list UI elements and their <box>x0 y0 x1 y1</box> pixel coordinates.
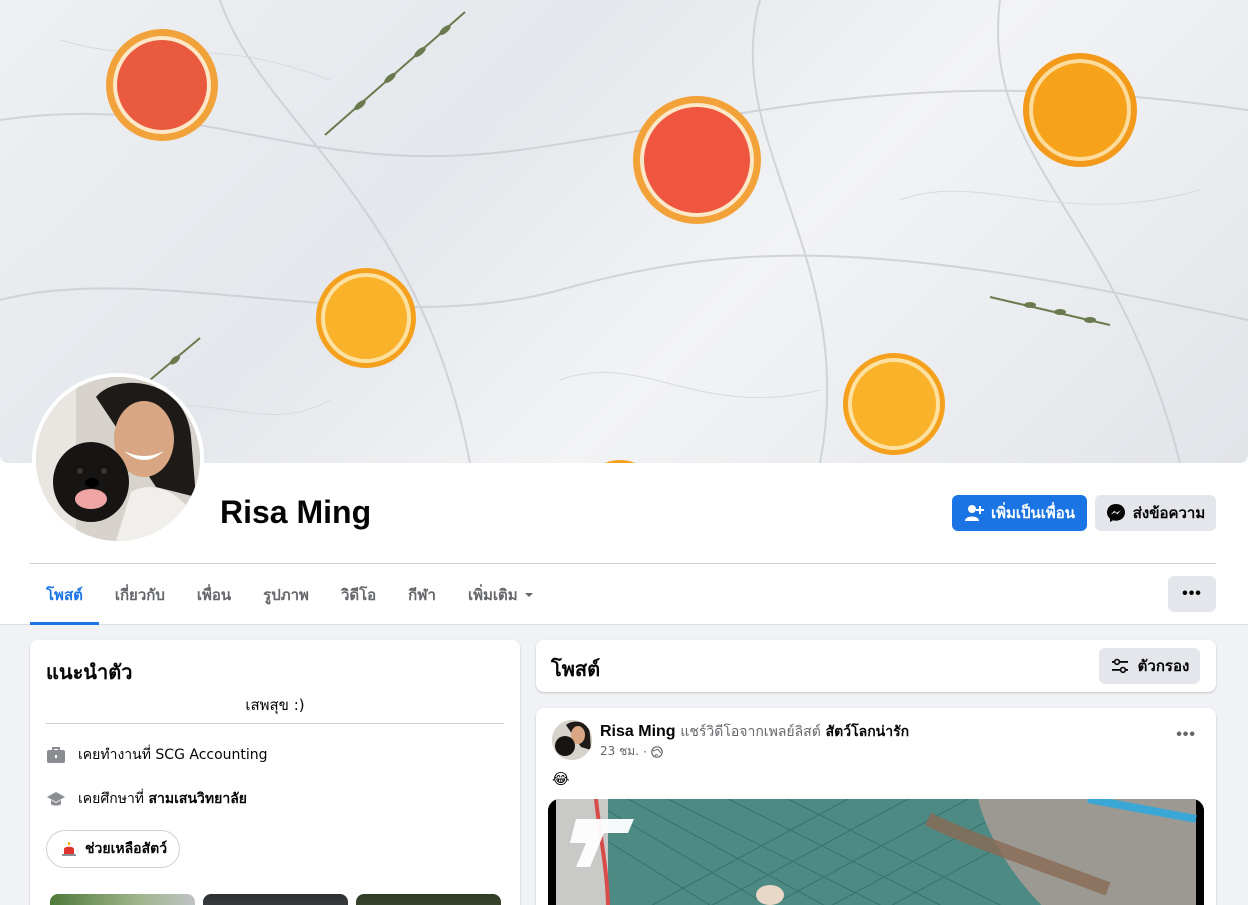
hobby-chip[interactable]: ช่วยเหลือสัตว์ <box>46 830 181 868</box>
profile-tabs: โพสต์ เกี่ยวกับ เพื่อน รูปภาพ วิดีโอ กีฬ… <box>30 566 550 625</box>
filter-label: ตัวกรอง <box>1137 657 1190 675</box>
meta-separator: · <box>642 744 647 759</box>
tab-about[interactable]: เกี่ยวกับ <box>99 566 181 624</box>
tab-label: เพื่อน <box>196 586 232 604</box>
video-thumbnail <box>548 799 1204 905</box>
post-author-name[interactable]: Risa Ming <box>600 723 676 740</box>
tab-label: วิดีโอ <box>340 586 377 604</box>
add-friend-icon <box>964 505 984 521</box>
study-place[interactable]: สามเสนวิทยาลัย <box>149 791 247 807</box>
tab-posts[interactable]: โพสต์ <box>30 566 99 625</box>
intro-title: แนะนำตัว <box>46 660 133 684</box>
briefcase-icon <box>47 747 65 763</box>
globe-icon <box>650 745 663 758</box>
featured-photo[interactable] <box>356 894 501 905</box>
header-divider <box>30 563 1216 564</box>
posts-header-card: โพสต์ ตัวกรอง <box>536 640 1216 692</box>
orange-slice <box>1023 53 1137 167</box>
chevron-down-icon <box>524 593 533 597</box>
education-info: เคยศึกษาที่ สามเสนวิทยาลัย <box>46 788 247 810</box>
tab-label: เกี่ยวกับ <box>114 586 165 604</box>
filter-icon <box>1111 658 1128 674</box>
orange-slice <box>316 268 416 368</box>
post-text: 😂 <box>552 771 570 788</box>
tab-photos[interactable]: รูปภาพ <box>247 566 325 624</box>
avatar-image <box>552 720 592 760</box>
post-video[interactable] <box>548 799 1204 905</box>
orange-slice <box>604 460 636 463</box>
posts-title: โพสต์ <box>551 657 601 681</box>
profile-name: Risa Ming <box>220 494 372 530</box>
featured-photos <box>50 894 501 905</box>
intro-bio: เสพสุข :) <box>245 696 305 714</box>
rescue-siren-icon <box>62 842 76 856</box>
tab-label: กีฬา <box>408 586 436 604</box>
send-message-button[interactable]: ส่งข้อความ <box>1095 495 1216 531</box>
tab-label: เพิ่มเติม <box>467 586 518 604</box>
messenger-icon <box>1106 504 1125 522</box>
study-prefix: เคยศึกษาที่ <box>78 791 145 807</box>
post-author-avatar[interactable] <box>552 720 592 760</box>
work-prefix: เคยทำงานที่ <box>78 747 151 763</box>
post-header: Risa Ming แชร์วิดีโอจากเพลย์ลิสต์ สัตว์โ… <box>600 721 909 743</box>
tab-label: รูปภาพ <box>263 586 309 604</box>
post-meta: 23 ชม. · <box>600 742 663 761</box>
profile-more-options-button[interactable]: ••• <box>1168 576 1216 612</box>
work-info: เคยทำงานที่ SCG Accounting <box>46 744 268 766</box>
post-options-button[interactable]: ••• <box>1176 726 1196 744</box>
add-friend-label: เพิ่มเป็นเพื่อน <box>990 504 1076 522</box>
post-time[interactable]: 23 ชม. <box>600 742 639 761</box>
hobby-label: ช่วยเหลือสัตว์ <box>85 841 168 857</box>
featured-photo[interactable] <box>50 894 195 905</box>
work-place[interactable]: SCG Accounting <box>155 747 267 763</box>
orange-slice <box>843 353 945 455</box>
intro-divider <box>46 723 504 724</box>
featured-photo[interactable] <box>203 894 348 905</box>
tab-sports[interactable]: กีฬา <box>392 566 452 624</box>
intro-card: แนะนำตัว เสพสุข :) เคยทำงานที่ SCG Accou… <box>30 640 520 905</box>
tab-more[interactable]: เพิ่มเติม <box>452 566 550 624</box>
post-playlist-link[interactable]: สัตว์โลกน่ารัก <box>826 724 910 740</box>
tab-friends[interactable]: เพื่อน <box>181 566 247 624</box>
post-action-text: แชร์วิดีโอจากเพลย์ลิสต์ <box>680 724 821 740</box>
graduation-cap-icon <box>47 792 65 806</box>
cover-marble-citrus-image <box>0 0 1248 463</box>
grapefruit-slice <box>106 29 218 141</box>
cover-photo[interactable] <box>0 0 1248 463</box>
profile-picture[interactable] <box>32 373 204 545</box>
filter-button[interactable]: ตัวกรอง <box>1099 648 1200 684</box>
post-card: Risa Ming แชร์วิดีโอจากเพลย์ลิสต์ สัตว์โ… <box>536 708 1216 905</box>
tab-label: โพสต์ <box>46 586 83 604</box>
profile-photo-woman-with-dog <box>36 377 200 541</box>
grapefruit-slice <box>633 96 761 224</box>
send-message-label: ส่งข้อความ <box>1132 504 1206 522</box>
tab-videos[interactable]: วิดีโอ <box>325 566 392 624</box>
add-friend-button[interactable]: เพิ่มเป็นเพื่อน <box>952 495 1087 531</box>
